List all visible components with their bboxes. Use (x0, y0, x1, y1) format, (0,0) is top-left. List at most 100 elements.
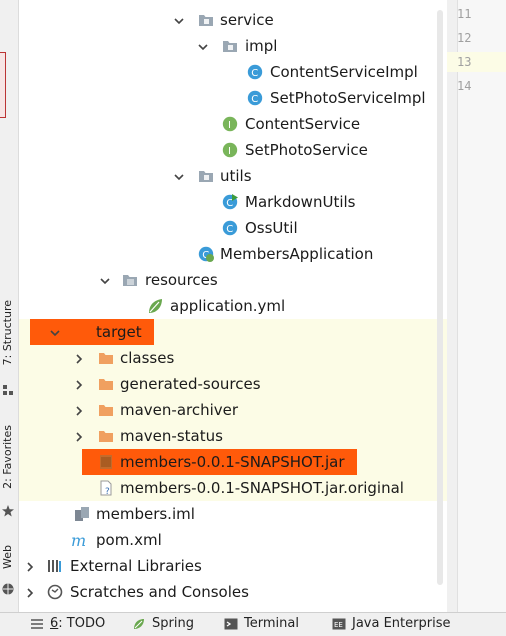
tree-row[interactable]: C OssUtil (19, 215, 447, 241)
tree-row[interactable]: impl (19, 33, 447, 59)
web-tab[interactable]: Web (0, 545, 18, 605)
tree-row[interactable]: m pom.xml (19, 527, 447, 553)
tree-row[interactable]: External Libraries (19, 553, 447, 579)
spring-tab-label: Spring (152, 616, 194, 631)
tree-item-label: maven-status (120, 427, 223, 445)
chevron-right-icon[interactable] (72, 403, 86, 417)
interface-icon: I (222, 116, 238, 132)
favorites-tab[interactable]: 2: Favorites (0, 425, 18, 525)
spring-tab[interactable]: Spring (132, 616, 202, 634)
favorites-tab-label: 2: Favorites (1, 425, 14, 489)
tree-row[interactable]: C MembersApplication (19, 241, 447, 267)
scratches-icon (47, 584, 63, 600)
tree-item-label: members-0.0.1-SNAPSHOT.jar.original (120, 479, 404, 497)
class-icon: C (247, 90, 263, 106)
tree-row[interactable]: members-0.0.1-SNAPSHOT.jar (19, 449, 447, 475)
tree-row[interactable]: target (19, 319, 447, 345)
class-icon: C (222, 220, 238, 236)
chevron-right-icon[interactable] (72, 377, 86, 391)
tree-item-label: service (220, 11, 274, 29)
tree-item-label: Scratches and Consoles (70, 583, 249, 601)
folder-orange-icon (98, 350, 114, 366)
left-tool-strip: 7: Structure 2: Favorites Web (0, 0, 19, 612)
tree-scrollbar[interactable] (437, 10, 443, 585)
line-number: 11 (457, 7, 472, 21)
todo-tab-label: : TODO (58, 616, 106, 631)
tree-item-label: ContentServiceImpl (270, 63, 418, 81)
tree-row[interactable]: I ContentService (19, 111, 447, 137)
terminal-tab[interactable]: Terminal (224, 616, 309, 634)
tree-row[interactable]: utils (19, 163, 447, 189)
svg-text:C: C (251, 68, 258, 79)
tree-item-label: target (96, 323, 142, 341)
line-number: 12 (457, 31, 472, 45)
line-number: 14 (457, 79, 472, 93)
svg-text:I: I (228, 146, 231, 157)
folder-orange-icon (98, 428, 114, 444)
chevron-down-icon[interactable] (172, 169, 186, 183)
tree-row[interactable]: resources (19, 267, 447, 293)
terminal-icon (224, 618, 238, 630)
tree-row[interactable]: maven-status (19, 423, 447, 449)
tree-row[interactable]: C SetPhotoServiceImpl (19, 85, 447, 111)
chevron-right-icon[interactable] (72, 351, 86, 365)
tree-item-label: maven-archiver (120, 401, 239, 419)
tree-row[interactable]: ? members-0.0.1-SNAPSHOT.jar.original (19, 475, 447, 501)
tree-row[interactable]: maven-archiver (19, 397, 447, 423)
tree-row[interactable]: application.yml (19, 293, 447, 319)
java-enterprise-tab[interactable]: EE Java Enterprise (332, 616, 462, 634)
chevron-right-icon[interactable] (23, 559, 37, 573)
tree-item-label: SetPhotoServiceImpl (270, 89, 426, 107)
tree-item-label: utils (220, 167, 252, 185)
tree-row[interactable]: service (19, 7, 447, 33)
package-icon (198, 12, 214, 28)
interface-icon: I (222, 142, 238, 158)
structure-tab-label: 7: Structure (1, 300, 14, 366)
resources-icon (122, 272, 138, 288)
tree-item-label: application.yml (170, 297, 286, 315)
tree-row[interactable]: classes (19, 345, 447, 371)
iml-icon (74, 506, 90, 522)
tree-item-label: MembersApplication (220, 245, 374, 263)
java-enterprise-icon: EE (332, 618, 346, 630)
project-tab-marker[interactable] (0, 52, 6, 118)
tree-item-label: OssUtil (245, 219, 298, 237)
folder-orange-icon (98, 402, 114, 418)
chevron-down-icon[interactable] (196, 39, 210, 53)
web-tab-label: Web (1, 545, 14, 569)
package-icon (198, 168, 214, 184)
java-enterprise-tab-label: Java Enterprise (352, 616, 451, 631)
class-run-icon: C (222, 194, 238, 210)
tree-item-label: MarkdownUtils (245, 193, 356, 211)
chevron-down-icon[interactable] (172, 13, 186, 27)
chevron-down-icon[interactable] (48, 325, 62, 339)
yml-icon (147, 298, 163, 314)
svg-text:I: I (228, 120, 231, 131)
tree-row[interactable]: C MarkdownUtils (19, 189, 447, 215)
terminal-tab-label: Terminal (244, 616, 299, 631)
svg-text:m: m (71, 532, 86, 548)
tree-row[interactable]: C ContentServiceImpl (19, 59, 447, 85)
tree-item-label: pom.xml (96, 531, 162, 549)
tree-row[interactable]: Scratches and Consoles (19, 579, 447, 605)
tree-row[interactable]: members.iml (19, 501, 447, 527)
editor-gutter (447, 0, 506, 612)
spring-icon (134, 619, 144, 629)
structure-tab[interactable]: 7: Structure (0, 300, 18, 400)
svg-text:C: C (251, 94, 258, 105)
todo-tab[interactable]: 6: TODO (30, 616, 110, 634)
current-line-highlight (447, 52, 506, 72)
tree-row[interactable]: I SetPhotoService (19, 137, 447, 163)
svg-text:EE: EE (334, 621, 343, 629)
chevron-right-icon[interactable] (23, 585, 37, 599)
project-tree[interactable]: service impl C ContentServiceImpl C SetPhotoS… (19, 0, 447, 612)
tree-item-label: ContentService (245, 115, 361, 133)
tree-row[interactable]: generated-sources (19, 371, 447, 397)
structure-icon (3, 385, 13, 395)
chevron-right-icon[interactable] (72, 429, 86, 443)
chevron-down-icon[interactable] (98, 273, 112, 287)
globe-icon (2, 583, 14, 595)
tree-item-label: resources (145, 271, 218, 289)
jar-icon (98, 454, 114, 470)
package-icon (222, 38, 238, 54)
